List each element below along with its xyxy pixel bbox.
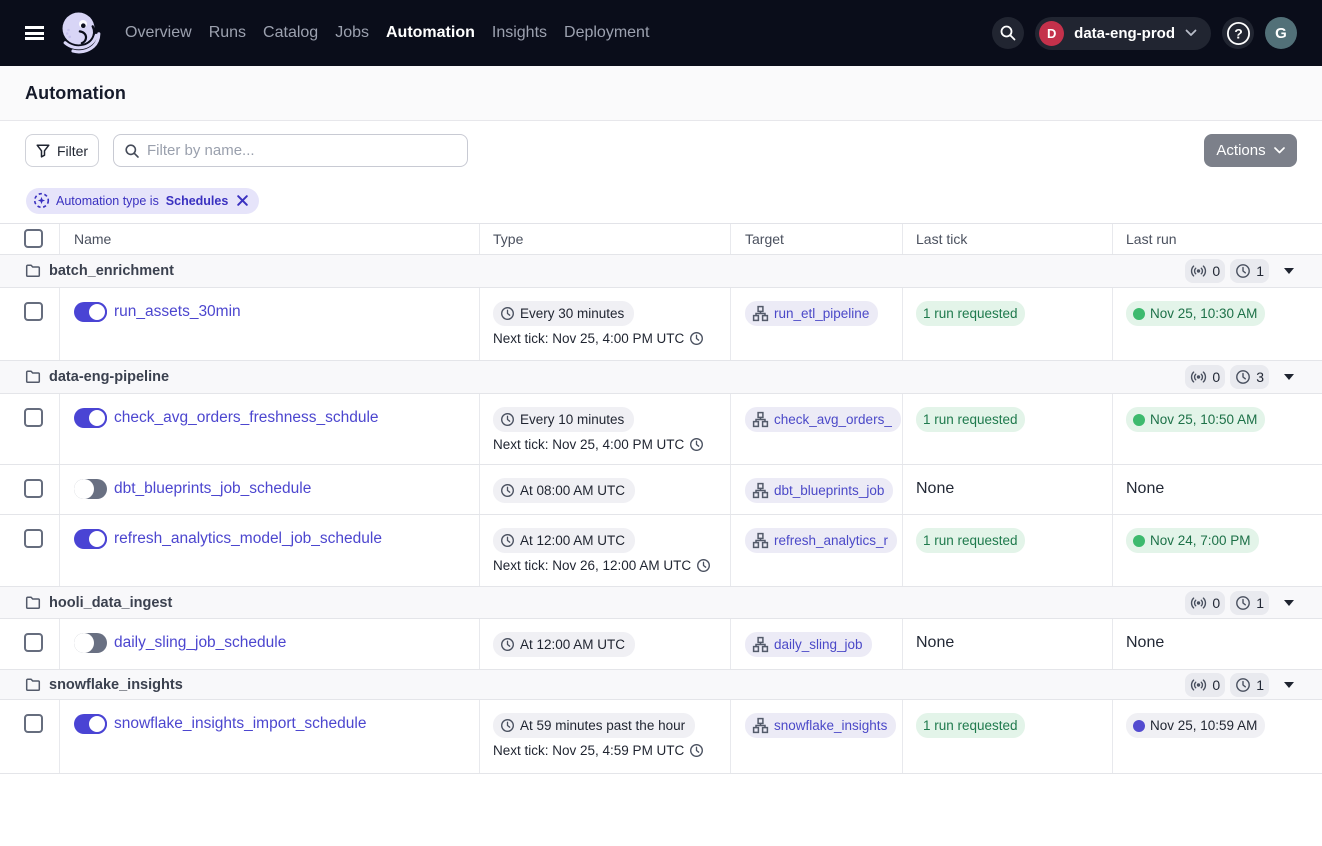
svg-text:?: ? [1234, 25, 1243, 41]
